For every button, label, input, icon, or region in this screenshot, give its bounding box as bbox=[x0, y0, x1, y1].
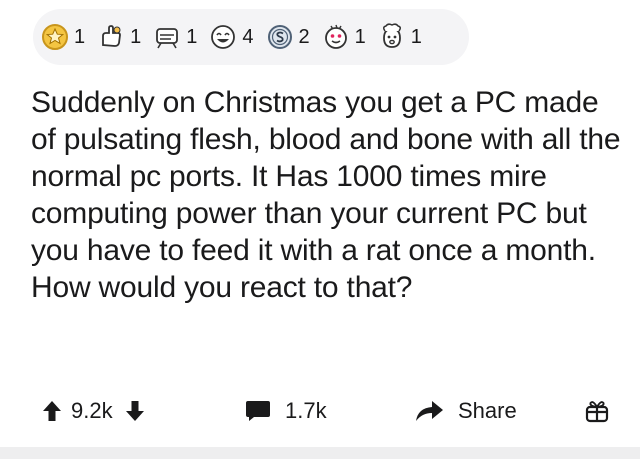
award-gold[interactable]: 1 bbox=[41, 23, 91, 51]
gold-star-award-icon bbox=[41, 23, 69, 51]
award-count: 1 bbox=[410, 26, 422, 48]
award-mindblown[interactable]: 1 bbox=[378, 23, 428, 51]
award-wholesome[interactable]: 1 bbox=[97, 23, 147, 51]
gift-icon bbox=[585, 399, 609, 423]
wholesome-hand-award-icon bbox=[97, 23, 125, 51]
post-action-bar: 9.2k 1.7k Share bbox=[0, 388, 640, 434]
mindblown-face-award-icon bbox=[378, 23, 406, 51]
awards-bar[interactable]: 1 1 1 4 2 1 1 bbox=[33, 9, 469, 65]
laughing-face-award-icon bbox=[209, 23, 237, 51]
award-laughing[interactable]: 4 bbox=[209, 23, 259, 51]
award-hugz[interactable]: 1 bbox=[153, 23, 203, 51]
award-starstruck[interactable]: 1 bbox=[322, 23, 372, 51]
award-count: 2 bbox=[298, 26, 310, 48]
post-title: Suddenly on Christmas you get a PC made … bbox=[31, 86, 621, 304]
comment-count: 1.7k bbox=[285, 398, 327, 423]
upvote-arrow-icon[interactable] bbox=[42, 399, 62, 423]
downvote-arrow-icon[interactable] bbox=[125, 399, 145, 423]
silver-coin-award-icon bbox=[266, 23, 294, 51]
award-count: 1 bbox=[130, 26, 142, 48]
award-gift-button[interactable] bbox=[585, 388, 609, 434]
award-count: 4 bbox=[242, 26, 254, 48]
share-label: Share bbox=[458, 398, 517, 423]
vote-group: 9.2k bbox=[42, 388, 145, 434]
award-count: 1 bbox=[354, 26, 366, 48]
share-button[interactable]: Share bbox=[414, 388, 517, 434]
share-arrow-icon bbox=[414, 399, 444, 423]
bottom-divider bbox=[0, 447, 640, 459]
comments-button[interactable]: 1.7k bbox=[245, 388, 327, 434]
hugz-award-icon bbox=[153, 23, 181, 51]
vote-count: 9.2k bbox=[71, 398, 113, 423]
comment-bubble-icon bbox=[245, 399, 271, 423]
award-count: 1 bbox=[74, 26, 86, 48]
award-silver[interactable]: 2 bbox=[266, 23, 316, 51]
starstruck-face-award-icon bbox=[322, 23, 350, 51]
award-count: 1 bbox=[186, 26, 198, 48]
